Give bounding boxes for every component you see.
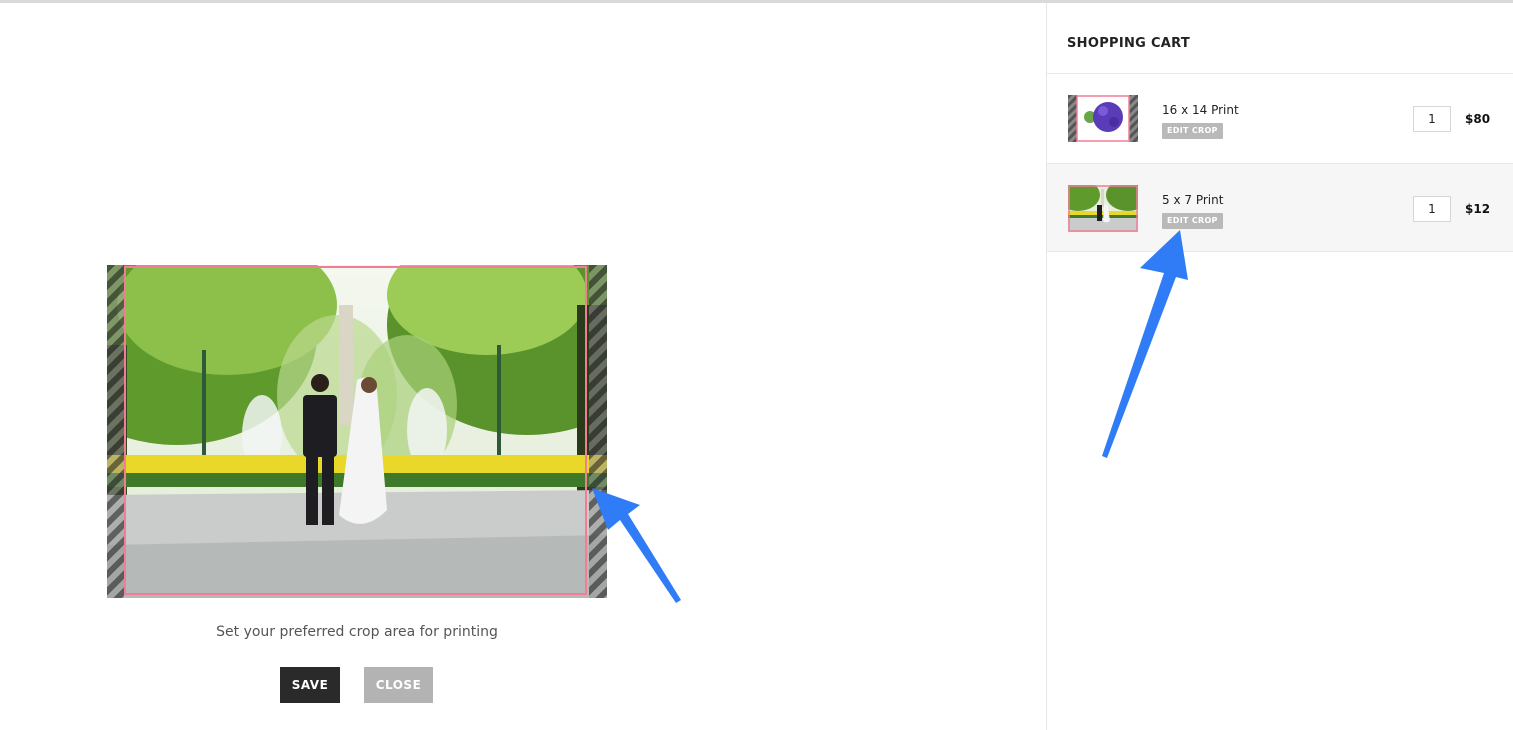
shopping-cart-panel: SHOPPING CART 16 x 14 Print EDIT CROP 1 … [1046, 3, 1513, 730]
quantity-input[interactable] [1413, 106, 1451, 132]
cart-item-name: 16 x 14 Print [1162, 103, 1239, 117]
cart-item-name: 5 x 7 Print [1162, 193, 1224, 207]
wedding-thumbnail-image [1068, 185, 1138, 232]
crop-excluded-area-right [589, 265, 607, 598]
edit-crop-button[interactable]: EDIT CROP [1162, 123, 1223, 139]
crop-image-frame[interactable] [107, 265, 607, 598]
edit-crop-button[interactable]: EDIT CROP [1162, 213, 1223, 229]
cart-item-price: $80 [1465, 112, 1491, 126]
cart-item-thumbnail[interactable] [1068, 95, 1138, 142]
quantity-input[interactable] [1413, 196, 1451, 222]
cart-item: 16 x 14 Print EDIT CROP $80 [1047, 73, 1513, 162]
close-button[interactable]: CLOSE [364, 667, 433, 703]
cart-item: 5 x 7 Print EDIT CROP $12 [1047, 163, 1513, 252]
crop-selection-rectangle[interactable] [124, 266, 587, 595]
save-button[interactable]: SAVE [280, 667, 340, 703]
crop-excluded-area-left [107, 265, 124, 598]
cart-title: SHOPPING CART [1067, 36, 1191, 51]
flower-thumbnail-image [1068, 95, 1138, 142]
cart-item-thumbnail[interactable] [1068, 185, 1138, 232]
cart-item-price: $12 [1465, 202, 1491, 216]
crop-instructions: Set your preferred crop area for printin… [216, 624, 498, 640]
